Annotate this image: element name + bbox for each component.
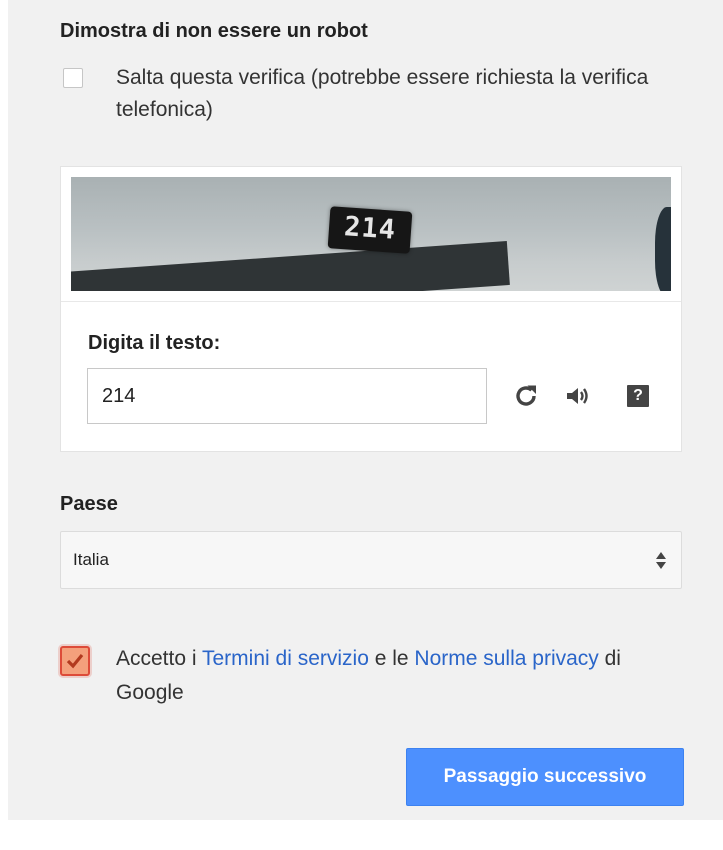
captcha-box: 214 Digita il testo: ? [60,166,682,452]
help-glyph: ? [627,385,649,407]
terms-of-service-link[interactable]: Termini di servizio [202,647,369,670]
next-step-button[interactable]: Passaggio successivo [406,748,684,806]
privacy-policy-link[interactable]: Norme sulla privacy [414,647,598,670]
terms-text: Accetto i Termini di servizio e le Norme… [116,642,676,710]
skip-verification-label[interactable]: Salta questa verifica (potrebbe essere r… [116,62,676,126]
captcha-number-plate: 214 [327,206,413,254]
captcha-image: 214 [71,177,671,291]
captcha-image-edge [655,207,671,291]
captcha-divider [61,301,681,302]
captcha-input[interactable] [87,368,487,424]
checkmark-icon [66,653,84,669]
select-arrows-icon [656,552,666,569]
section-title: Dimostra di non essere un robot [60,20,368,42]
country-selected-value: Italia [73,550,109,569]
captcha-image-shadow [71,241,510,291]
captcha-type-label: Digita il testo: [88,332,221,354]
country-select[interactable]: Italia [60,531,682,589]
refresh-icon[interactable] [511,381,541,411]
country-label: Paese [60,493,118,515]
captcha-image-text: 214 [343,211,398,246]
terms-checkbox[interactable] [60,646,90,676]
terms-middle: e le [368,647,415,670]
help-icon[interactable]: ? [623,381,653,411]
skip-verification-checkbox[interactable] [63,68,83,88]
signup-panel: Dimostra di non essere un robot Salta qu… [8,0,723,820]
audio-icon[interactable] [563,381,593,411]
terms-prefix: Accetto i [116,647,202,670]
